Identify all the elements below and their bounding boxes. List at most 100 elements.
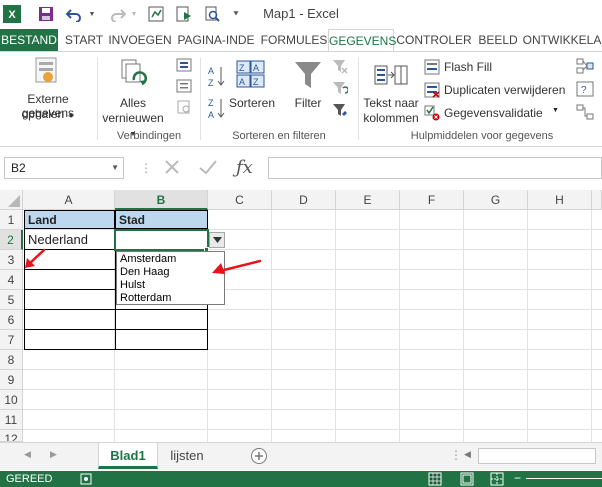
filter-button[interactable]: Filter <box>288 52 328 128</box>
cancel-entry-icon[interactable] <box>160 155 184 182</box>
dropdown-option-den-haag[interactable]: Den Haag <box>120 266 221 279</box>
tab-start[interactable]: START <box>62 29 106 51</box>
tab-formules[interactable]: FORMULES <box>260 29 328 51</box>
name-box[interactable]: B2 ▼ <box>4 157 124 179</box>
remove-duplicates-button[interactable]: Duplicaten verwijderen <box>424 81 570 99</box>
validation-dropdown-button[interactable] <box>209 232 225 248</box>
formula-input[interactable] <box>268 157 602 179</box>
row-header-7[interactable]: 7 <box>0 330 23 350</box>
row-header-4[interactable]: 4 <box>0 270 23 290</box>
row-header-10[interactable]: 10 <box>0 390 23 410</box>
tab-gegevens[interactable]: GEGEVENS <box>328 29 396 52</box>
new-sheet-icon[interactable] <box>250 447 268 468</box>
ribbon-separator <box>97 58 98 140</box>
page-layout-view-icon[interactable] <box>460 472 474 487</box>
remove-duplicates-icon <box>424 82 440 101</box>
row-header-2[interactable]: 2 <box>0 230 23 250</box>
data-validation-button[interactable]: Gegevensvalidatie ▼ <box>424 104 564 122</box>
scroll-left-icon[interactable]: ◀ <box>464 449 471 460</box>
sheet-tab-lijsten[interactable]: lijsten <box>160 443 214 469</box>
column-header-i-partial[interactable] <box>592 190 602 210</box>
confirm-entry-icon[interactable] <box>196 155 220 182</box>
svg-text:A: A <box>208 66 214 76</box>
row-header-12[interactable]: 12 <box>0 430 23 442</box>
flash-fill-icon <box>424 59 440 78</box>
tab-pagina-indeling[interactable]: PAGINA-INDE <box>174 29 258 51</box>
tab-beeld[interactable]: BEELD <box>476 29 520 51</box>
row-header-6[interactable]: 6 <box>0 310 23 330</box>
gridline <box>591 210 592 442</box>
dropdown-option-hulst[interactable]: Hulst <box>120 279 221 292</box>
filter-label: Filter <box>294 96 322 110</box>
column-header-c[interactable]: C <box>208 190 272 210</box>
row-header-1[interactable]: 1 <box>0 210 23 230</box>
scroll-tabs-left-icon[interactable]: ◀ <box>24 449 31 460</box>
insert-function-icon[interactable]: ƒx <box>236 157 253 178</box>
advanced-filter-icon[interactable] <box>332 102 348 121</box>
connections-icon[interactable] <box>176 58 192 75</box>
tab-ontwikkelaars[interactable]: ONTWIKKELA <box>522 29 602 51</box>
text-to-columns-button[interactable]: Tekst naar kolommen <box>360 52 422 128</box>
column-header-e[interactable]: E <box>336 190 400 210</box>
clear-filter-icon[interactable] <box>332 58 348 77</box>
macro-record-icon[interactable] <box>80 473 92 487</box>
zoom-out-icon[interactable]: − <box>514 471 521 485</box>
column-header-d[interactable]: D <box>272 190 336 210</box>
table-border <box>24 309 208 310</box>
row-header-8[interactable]: 8 <box>0 350 23 370</box>
sort-az-icon[interactable]: AZ <box>206 64 226 93</box>
column-header-a[interactable]: A <box>23 190 115 210</box>
refresh-all-button[interactable]: Alles vernieuwen ▼ <box>100 52 166 138</box>
relationships-icon[interactable] <box>576 104 594 123</box>
select-all-corner[interactable] <box>0 190 23 210</box>
column-header-g[interactable]: G <box>464 190 528 210</box>
page-break-view-icon[interactable] <box>490 472 504 487</box>
svg-text:A: A <box>253 63 259 73</box>
zoom-slider[interactable] <box>526 478 602 479</box>
sort-za-icon[interactable]: ZA <box>206 96 226 125</box>
gridline <box>399 210 400 442</box>
what-if-icon[interactable]: ? <box>576 81 594 100</box>
data-tools-group-label: Hulpmiddelen voor gegevens <box>410 130 554 142</box>
tab-bestand[interactable]: BESTAND <box>0 29 58 51</box>
title-bar: X ▼ ▼ ⯆ Map1 - Excel <box>0 0 602 28</box>
normal-view-icon[interactable] <box>428 472 442 487</box>
dropdown-option-amsterdam[interactable]: Amsterdam <box>120 253 221 266</box>
external-data-button[interactable]: Externe gegevens ophalen ▼ <box>0 52 96 128</box>
tab-split-handle-icon[interactable]: ⋮ <box>450 448 462 462</box>
data-validation-dropdown-icon: ▼ <box>552 107 559 114</box>
name-box-dropdown-icon[interactable]: ▼ <box>111 158 119 178</box>
sort-button[interactable]: ZAAZ Sorteren <box>228 52 276 128</box>
consolidate-icon[interactable] <box>576 58 594 77</box>
column-header-h[interactable]: H <box>528 190 592 210</box>
sheet-tab-blad1[interactable]: Blad1 <box>98 443 158 469</box>
column-header-f[interactable]: F <box>400 190 464 210</box>
reapply-filter-icon[interactable] <box>332 80 349 99</box>
row-header-3[interactable]: 3 <box>0 250 23 270</box>
cell-a1[interactable]: Land <box>24 210 115 229</box>
name-box-value: B2 <box>11 161 26 175</box>
svg-text:A: A <box>239 77 245 87</box>
dropdown-option-rotterdam[interactable]: Rotterdam <box>120 292 221 305</box>
data-validation-label: Gegevensvalidatie <box>444 106 543 120</box>
ribbon: Externe gegevens ophalen ▼ Alles vernieu… <box>0 51 602 147</box>
filter-icon <box>294 60 322 93</box>
row-header-5[interactable]: 5 <box>0 290 23 310</box>
flash-fill-button[interactable]: Flash Fill <box>424 58 544 76</box>
active-cell-b2[interactable] <box>114 229 209 251</box>
refresh-icon <box>120 58 148 91</box>
refresh-label-1: Alles <box>119 96 146 110</box>
svg-text:?: ? <box>581 85 587 96</box>
cell-b1[interactable]: Stad <box>115 210 208 229</box>
properties-icon[interactable] <box>176 79 192 96</box>
tab-invoegen[interactable]: INVOEGEN <box>108 29 172 51</box>
svg-text:Z: Z <box>253 77 259 87</box>
column-header-b[interactable]: B <box>115 190 208 210</box>
tab-controleren[interactable]: CONTROLER <box>396 29 472 51</box>
edit-links-icon[interactable] <box>176 100 192 117</box>
connections-group-label: Verbindingen <box>116 130 182 142</box>
scroll-tabs-right-icon[interactable]: ▶ <box>50 449 57 460</box>
horizontal-scrollbar[interactable] <box>478 448 596 464</box>
row-header-9[interactable]: 9 <box>0 370 23 390</box>
row-header-11[interactable]: 11 <box>0 410 23 430</box>
